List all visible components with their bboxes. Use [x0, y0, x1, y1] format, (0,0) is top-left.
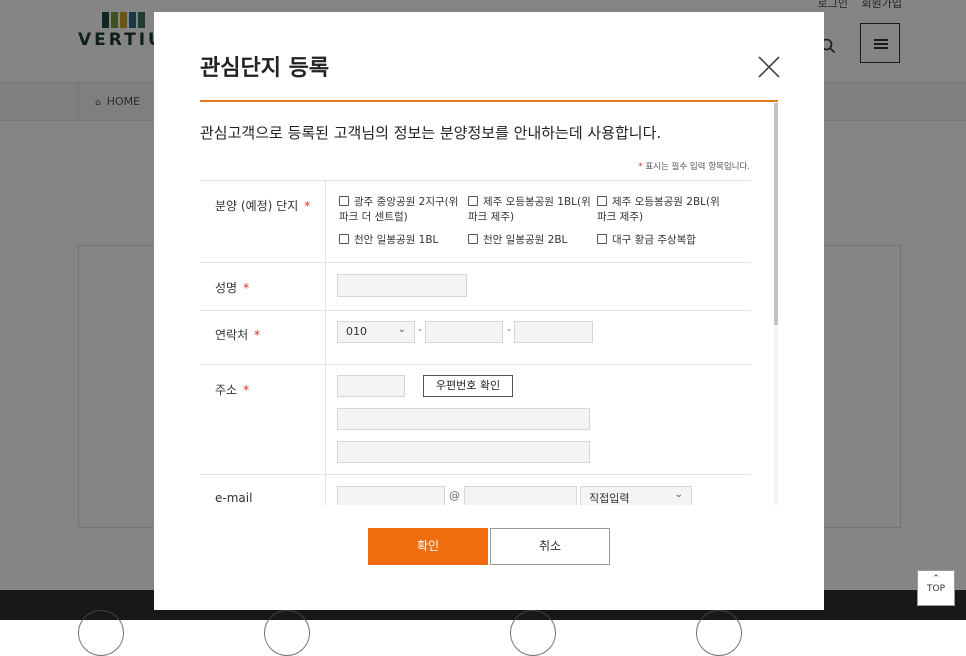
address-row: 주소 * 우편번호 확인	[200, 365, 751, 475]
complex-option-label: 천안 일봉공원 2BL	[483, 234, 568, 246]
complex-option-3[interactable]: 제주 오등봉공원 2BL(위파크 제주)	[597, 195, 723, 225]
complex-label: 분양 (예정) 단지 *	[200, 181, 326, 262]
form-scroll-area[interactable]: 관심고객으로 등록된 고객님의 정보는 분양정보를 안내하는데 사용합니다. *…	[200, 103, 778, 505]
scroll-top-button[interactable]: ⌃ TOP	[917, 570, 955, 606]
address-detail-input[interactable]	[337, 441, 590, 463]
chevron-down-icon: ⌄	[674, 489, 683, 500]
title-divider	[200, 100, 778, 102]
name-label-text: 성명	[215, 281, 238, 295]
close-icon[interactable]	[756, 54, 782, 80]
email-at: @	[449, 489, 460, 502]
required-star: *	[304, 199, 311, 213]
email-domain-select-value: 직접입력	[589, 492, 630, 505]
phone-separator: -	[507, 323, 511, 336]
confirm-button[interactable]: 확인	[368, 528, 488, 565]
checkbox[interactable]	[597, 234, 607, 244]
phone-middle-input[interactable]	[425, 321, 503, 343]
complex-label-text: 분양 (예정) 단지	[215, 199, 299, 213]
complex-option-label: 제주 오등봉공원 2BL(위파크 제주)	[597, 196, 720, 223]
intro-text: 관심고객으로 등록된 고객님의 정보는 분양정보를 안내하는데 사용합니다.	[200, 124, 662, 142]
email-label: e-mail	[200, 475, 326, 505]
address-input[interactable]	[337, 408, 590, 430]
name-input[interactable]	[337, 274, 467, 297]
cancel-button[interactable]: 취소	[490, 528, 610, 565]
checkbox[interactable]	[339, 234, 349, 244]
registration-form: 분양 (예정) 단지 * 광주 중앙공원 2지구(위파크 더 센트럴) 제주 오등…	[200, 180, 751, 505]
complex-option-label: 대구 황금 주상복합	[612, 234, 696, 246]
phone-label-text: 연락처	[215, 328, 249, 342]
chevron-up-icon: ⌃	[932, 574, 940, 584]
complex-option-label: 제주 오등봉공원 1BL(위파크 제주)	[468, 196, 591, 223]
required-note-text: 표시는 필수 입력 항목입니다.	[645, 162, 750, 172]
scrollbar-thumb[interactable]	[774, 103, 778, 325]
complex-option-label: 광주 중앙공원 2지구(위파크 더 센트럴)	[339, 196, 459, 223]
phone-prefix-value: 010	[346, 325, 367, 338]
complex-option-6[interactable]: 대구 황금 주상복합	[597, 233, 723, 248]
checkbox[interactable]	[597, 196, 607, 206]
email-row: e-mail @ 직접입력 ⌄	[200, 475, 751, 505]
complex-option-2[interactable]: 제주 오등봉공원 1BL(위파크 제주)	[468, 195, 594, 225]
complex-row: 분양 (예정) 단지 * 광주 중앙공원 2지구(위파크 더 센트럴) 제주 오등…	[200, 181, 751, 263]
required-star: *	[243, 281, 250, 295]
email-id-input[interactable]	[337, 486, 445, 505]
checkbox[interactable]	[468, 196, 478, 206]
chevron-down-icon: ⌄	[397, 324, 406, 335]
required-note: * 표시는 필수 입력 항목입니다.	[638, 160, 750, 172]
required-star: *	[638, 162, 643, 172]
complex-option-5[interactable]: 천안 일봉공원 2BL	[468, 233, 594, 248]
zipcode-input[interactable]	[337, 375, 405, 397]
complex-option-4[interactable]: 천안 일봉공원 1BL	[339, 233, 463, 248]
email-domain-select[interactable]: 직접입력 ⌄	[580, 486, 692, 505]
email-domain-input[interactable]	[464, 486, 577, 505]
required-star: *	[254, 328, 261, 342]
phone-separator: -	[418, 323, 422, 336]
zipcode-search-button[interactable]: 우편번호 확인	[423, 375, 513, 397]
address-label: 주소 *	[200, 365, 326, 474]
email-label-text: e-mail	[215, 491, 253, 505]
complex-option-label: 천안 일봉공원 1BL	[354, 234, 439, 246]
phone-last-input[interactable]	[514, 321, 593, 343]
checkbox[interactable]	[339, 196, 349, 206]
top-label: TOP	[926, 584, 945, 594]
required-star: *	[243, 383, 250, 397]
checkbox[interactable]	[468, 234, 478, 244]
modal-title: 관심단지 등록	[200, 56, 330, 81]
name-label: 성명 *	[200, 263, 326, 310]
phone-label: 연락처 *	[200, 311, 326, 364]
interest-registration-modal: 관심단지 등록 관심고객으로 등록된 고객님의 정보는 분양정보를 안내하는데 …	[154, 12, 824, 610]
address-label-text: 주소	[215, 383, 238, 397]
name-row: 성명 *	[200, 263, 751, 311]
phone-row: 연락처 * 010 ⌄ - -	[200, 311, 751, 365]
complex-option-1[interactable]: 광주 중앙공원 2지구(위파크 더 센트럴)	[339, 195, 463, 225]
phone-prefix-select[interactable]: 010 ⌄	[337, 321, 415, 343]
